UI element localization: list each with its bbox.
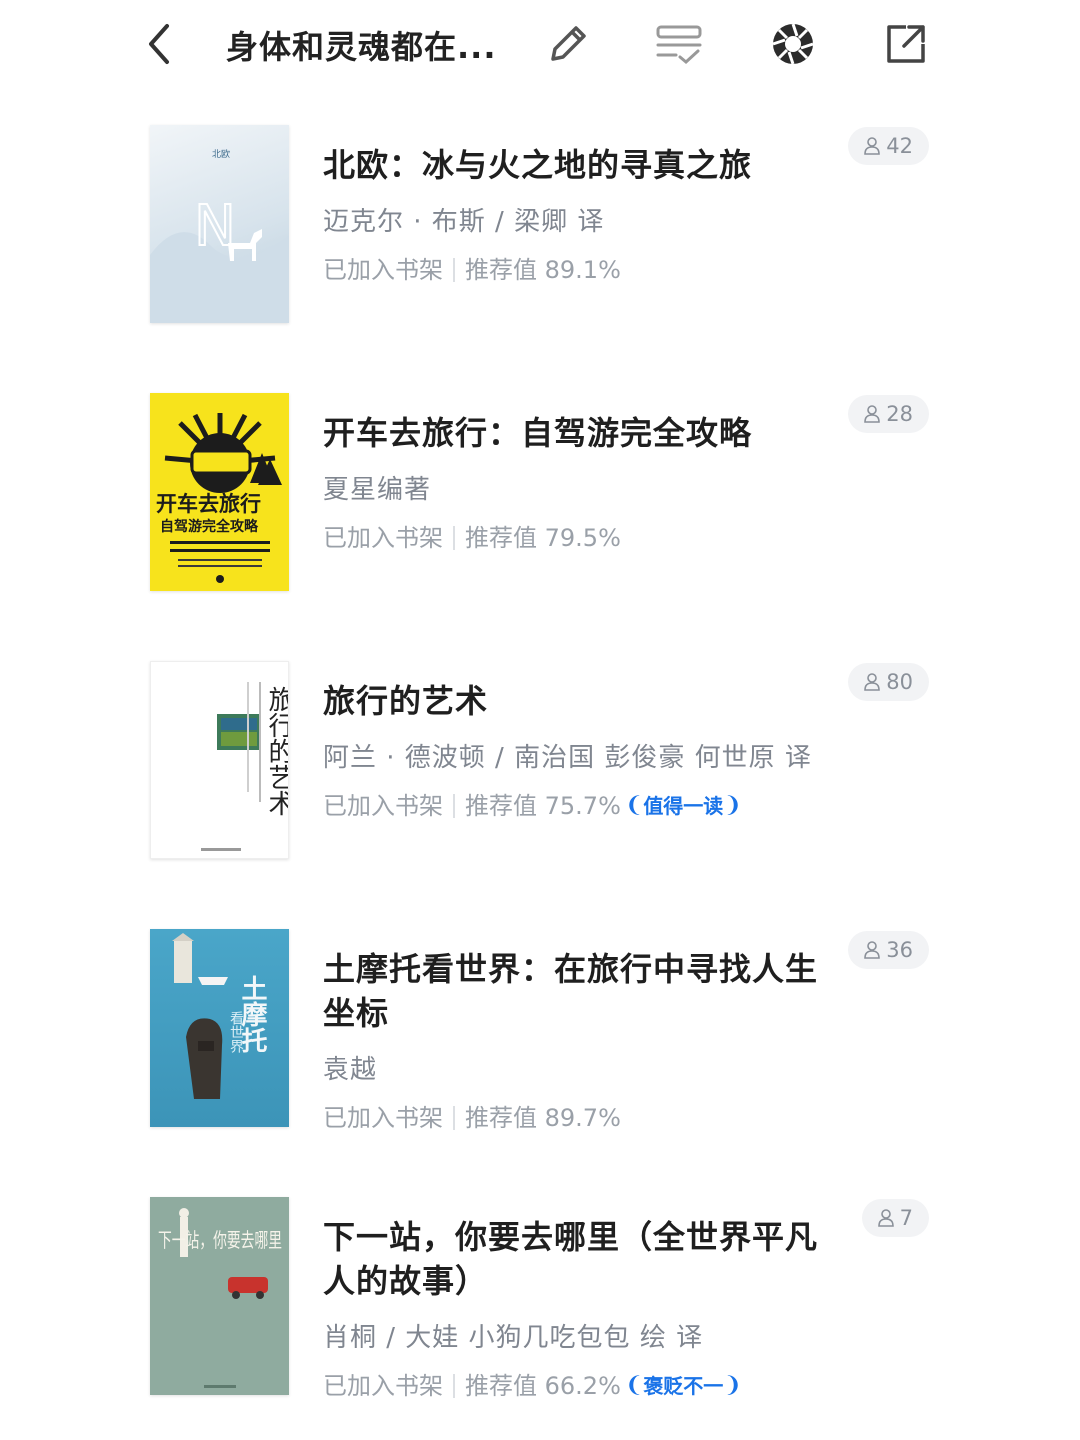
book-author: 迈克尔 · 布斯 / 梁卿 译 <box>323 207 605 237</box>
batch-manage-button[interactable] <box>654 18 706 70</box>
cover-title: 开车去旅行 <box>156 492 261 516</box>
divider <box>453 1374 455 1398</box>
pencil-icon <box>551 26 586 61</box>
book-cover[interactable]: 下一站，你要去哪里 <box>150 1197 289 1395</box>
page-title: 身体和灵魂都在... <box>226 28 497 66</box>
share-button[interactable] <box>880 18 932 70</box>
book-info: 开车去旅行：自驾游完全攻略 夏星编著 已加入书架 推荐值 79.5% <box>323 411 823 555</box>
top-bar: 身体和灵魂都在... <box>0 0 1080 90</box>
book-title[interactable]: 土摩托看世界：在旅行中寻找人生坐标 <box>323 947 823 1035</box>
reader-count-chip[interactable]: 42 <box>848 127 929 165</box>
book-meta: 已加入书架 推荐值 66.2% ❨ 褒贬不一 ❩ <box>323 1369 823 1403</box>
reader-count: 80 <box>886 670 913 694</box>
chevron-left-icon <box>149 24 169 64</box>
shelf-status: 已加入书架 <box>323 524 443 552</box>
book-meta: 已加入书架 推荐值 75.7% ❨ 值得一读 ❩ <box>323 789 823 823</box>
person-icon <box>864 405 881 423</box>
reader-count-chip[interactable]: 7 <box>861 1199 929 1237</box>
book-author: 袁越 <box>323 1055 378 1085</box>
recommend-score: 推荐值 89.1% <box>465 256 621 284</box>
shelf-status: 已加入书架 <box>323 792 443 820</box>
laurel-left-icon: ❨ <box>624 1373 644 1398</box>
divider <box>453 258 455 282</box>
book-cover[interactable]: 土摩托 看世界 <box>150 929 289 1127</box>
recommend-score: 推荐值 75.7% <box>465 792 621 820</box>
share-external-icon <box>887 25 925 63</box>
reader-count: 42 <box>886 134 913 158</box>
back-button[interactable] <box>134 18 186 70</box>
reader-count: 36 <box>886 938 913 962</box>
laurel-right-icon: ❩ <box>723 793 742 818</box>
book-author: 阿兰 · 德波顿 / 南治国 彭俊豪 何世原 译 <box>323 743 812 773</box>
book-author: 肖桐 / 大娃 小狗几吃包包 绘 译 <box>323 1323 704 1353</box>
cover-title: 北欧 <box>212 148 230 160</box>
shutter-button[interactable] <box>767 18 819 70</box>
book-title[interactable]: 开车去旅行：自驾游完全攻略 <box>323 411 823 455</box>
book-author: 夏星编著 <box>323 475 432 505</box>
cover-title: 旅行的艺术 <box>264 686 289 816</box>
book-meta: 已加入书架 推荐值 89.7% <box>323 1101 823 1135</box>
person-icon <box>864 137 881 155</box>
list-item[interactable]: 北欧 N 北欧：冰与火之地的寻真之旅 迈克尔 · 布斯 / 梁卿 译 已加入书架… <box>0 125 1080 325</box>
book-cover[interactable]: 旅行的艺术 <box>150 661 289 859</box>
book-cover[interactable]: 北欧 N <box>150 125 289 323</box>
divider <box>453 794 455 818</box>
cover-subtitle: 看世界 <box>228 1011 244 1054</box>
recommend-score: 推荐值 79.5% <box>465 524 621 552</box>
reader-count-chip[interactable]: 80 <box>848 663 929 701</box>
person-icon <box>864 941 881 959</box>
cover-subtitle: 自驾游完全攻略 <box>160 518 259 535</box>
list-item[interactable]: 旅行的艺术 旅行的艺术 阿兰 · 德波顿 / 南治国 彭俊豪 何世原 译 已加入… <box>0 661 1080 861</box>
shelf-status: 已加入书架 <box>323 1104 443 1132</box>
laurel-left-icon: ❨ <box>624 793 644 818</box>
book-info: 土摩托看世界：在旅行中寻找人生坐标 袁越 已加入书架 推荐值 89.7% <box>323 947 823 1135</box>
divider <box>453 1106 455 1130</box>
book-title[interactable]: 旅行的艺术 <box>323 679 823 723</box>
edit-button[interactable] <box>542 18 594 70</box>
rating-badge-label: 值得一读 <box>643 794 724 818</box>
batch-select-icon <box>656 25 702 64</box>
rating-badge-label: 褒贬不一 <box>643 1374 724 1398</box>
book-info: 旅行的艺术 阿兰 · 德波顿 / 南治国 彭俊豪 何世原 译 已加入书架 推荐值… <box>323 679 823 823</box>
rating-badge: ❨ 值得一读 ❩ <box>625 789 742 823</box>
list-item[interactable]: 土摩托 看世界 土摩托看世界：在旅行中寻找人生坐标 袁越 已加入书架 推荐值 8… <box>0 929 1080 1132</box>
cover-title: 下一站，你要去哪里 <box>158 1228 282 1252</box>
rating-badge: ❨ 褒贬不一 ❩ <box>625 1369 742 1403</box>
book-meta: 已加入书架 推荐值 79.5% <box>323 521 823 555</box>
shelf-status: 已加入书架 <box>323 256 443 284</box>
list-item[interactable]: 下一站，你要去哪里 下一站，你要去哪里（全世界平凡人的故事） 肖桐 / 大娃 小… <box>0 1197 1080 1400</box>
laurel-right-icon: ❩ <box>723 1373 742 1398</box>
reader-count-chip[interactable]: 28 <box>848 395 929 433</box>
book-info: 北欧：冰与火之地的寻真之旅 迈克尔 · 布斯 / 梁卿 译 已加入书架 推荐值 … <box>323 143 823 287</box>
divider <box>453 526 455 550</box>
reader-count: 28 <box>886 402 913 426</box>
recommend-score: 推荐值 89.7% <box>465 1104 621 1132</box>
aperture-icon <box>772 23 814 65</box>
person-icon <box>864 673 881 691</box>
book-info: 下一站，你要去哪里（全世界平凡人的故事） 肖桐 / 大娃 小狗几吃包包 绘 译 … <box>323 1215 823 1403</box>
reader-count: 7 <box>899 1206 913 1230</box>
shelf-status: 已加入书架 <box>323 1372 443 1400</box>
book-cover[interactable]: 开车去旅行 自驾游完全攻略 <box>150 393 289 591</box>
list-item[interactable]: 开车去旅行 自驾游完全攻略 开车去旅行：自驾游完全攻略 夏星编著 已加入书架 推… <box>0 393 1080 593</box>
person-icon <box>877 1209 894 1227</box>
book-title[interactable]: 下一站，你要去哪里（全世界平凡人的故事） <box>323 1215 823 1303</box>
recommend-score: 推荐值 66.2% <box>465 1372 621 1400</box>
reader-count-chip[interactable]: 36 <box>848 931 929 969</box>
book-title[interactable]: 北欧：冰与火之地的寻真之旅 <box>323 143 823 187</box>
book-meta: 已加入书架 推荐值 89.1% <box>323 253 823 287</box>
